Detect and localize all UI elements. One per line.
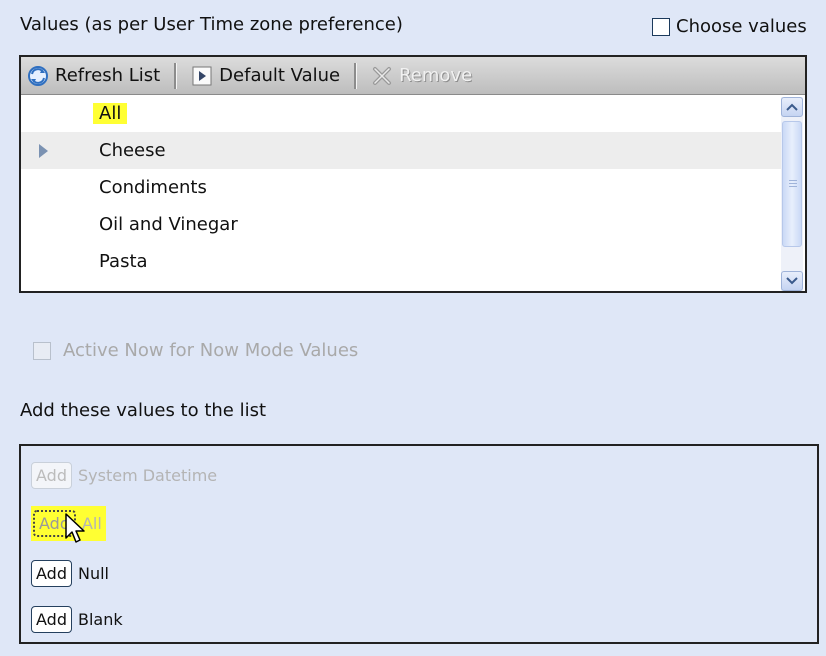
thumb-grip: [789, 186, 797, 187]
add-row-null: Add Null: [31, 560, 109, 587]
list-item-label: Condiments: [99, 177, 207, 198]
active-now-label: Active Now for Now Mode Values: [63, 340, 359, 361]
checkbox-box[interactable]: [652, 17, 670, 36]
toolbar-separator: [354, 62, 358, 89]
x-remove-icon: [371, 65, 393, 87]
list-item-label: All: [93, 103, 128, 124]
list-item[interactable]: Cheese: [21, 132, 783, 169]
refresh-list-button[interactable]: Refresh List: [21, 65, 166, 87]
chevron-up-icon: [786, 103, 798, 111]
scroll-up-button[interactable]: [781, 97, 803, 117]
default-value-label: Default Value: [219, 65, 341, 86]
list-item[interactable]: All: [21, 95, 783, 132]
add-null-button[interactable]: Add: [31, 560, 72, 587]
list-scrollbar[interactable]: [781, 97, 803, 291]
values-list-panel: Refresh List Default Value Remove All Ch…: [19, 55, 807, 293]
add-values-panel: Add System Datetime Add All Add Null Add…: [19, 444, 819, 644]
list-item-label: Oil and Vinegar: [99, 214, 238, 235]
values-list: All Cheese Condiments Oil and Vinegar Pa…: [21, 95, 783, 280]
chevron-down-icon: [786, 277, 798, 285]
thumb-grip: [789, 183, 797, 184]
add-row-blank: Add Blank: [31, 606, 123, 633]
list-item[interactable]: Pasta: [21, 243, 783, 280]
values-label: Values (as per User Time zone preference…: [20, 14, 403, 35]
list-item[interactable]: Oil and Vinegar: [21, 206, 783, 243]
add-values-title: Add these values to the list: [20, 400, 267, 421]
remove-button[interactable]: Remove: [365, 65, 478, 87]
refresh-icon: [27, 65, 49, 87]
play-icon: [191, 65, 213, 87]
choose-values-label: Choose values: [676, 16, 807, 37]
refresh-list-label: Refresh List: [55, 65, 161, 86]
toolbar-separator: [174, 62, 178, 89]
list-item-label: Pasta: [99, 251, 148, 272]
add-row-system-datetime: Add System Datetime: [31, 462, 217, 489]
scroll-down-button[interactable]: [781, 271, 803, 291]
choose-values-checkbox[interactable]: Choose values: [652, 16, 807, 37]
mouse-pointer-icon: [65, 513, 85, 543]
add-row-label: Blank: [77, 610, 123, 629]
add-system-datetime-button[interactable]: Add: [31, 462, 72, 489]
row-pointer-icon: [39, 144, 48, 158]
active-now-checkbox[interactable]: Active Now for Now Mode Values: [33, 340, 358, 361]
thumb-grip: [789, 180, 797, 181]
default-value-button[interactable]: Default Value: [185, 65, 346, 87]
remove-label: Remove: [399, 65, 473, 86]
add-row-label: Null: [77, 564, 109, 583]
list-toolbar: Refresh List Default Value Remove: [21, 57, 805, 95]
list-item-label: Cheese: [99, 140, 166, 161]
add-blank-button[interactable]: Add: [31, 606, 72, 633]
checkbox-box[interactable]: [33, 341, 51, 360]
list-item[interactable]: Condiments: [21, 169, 783, 206]
add-row-label: System Datetime: [77, 466, 218, 485]
scroll-thumb[interactable]: [782, 121, 802, 247]
